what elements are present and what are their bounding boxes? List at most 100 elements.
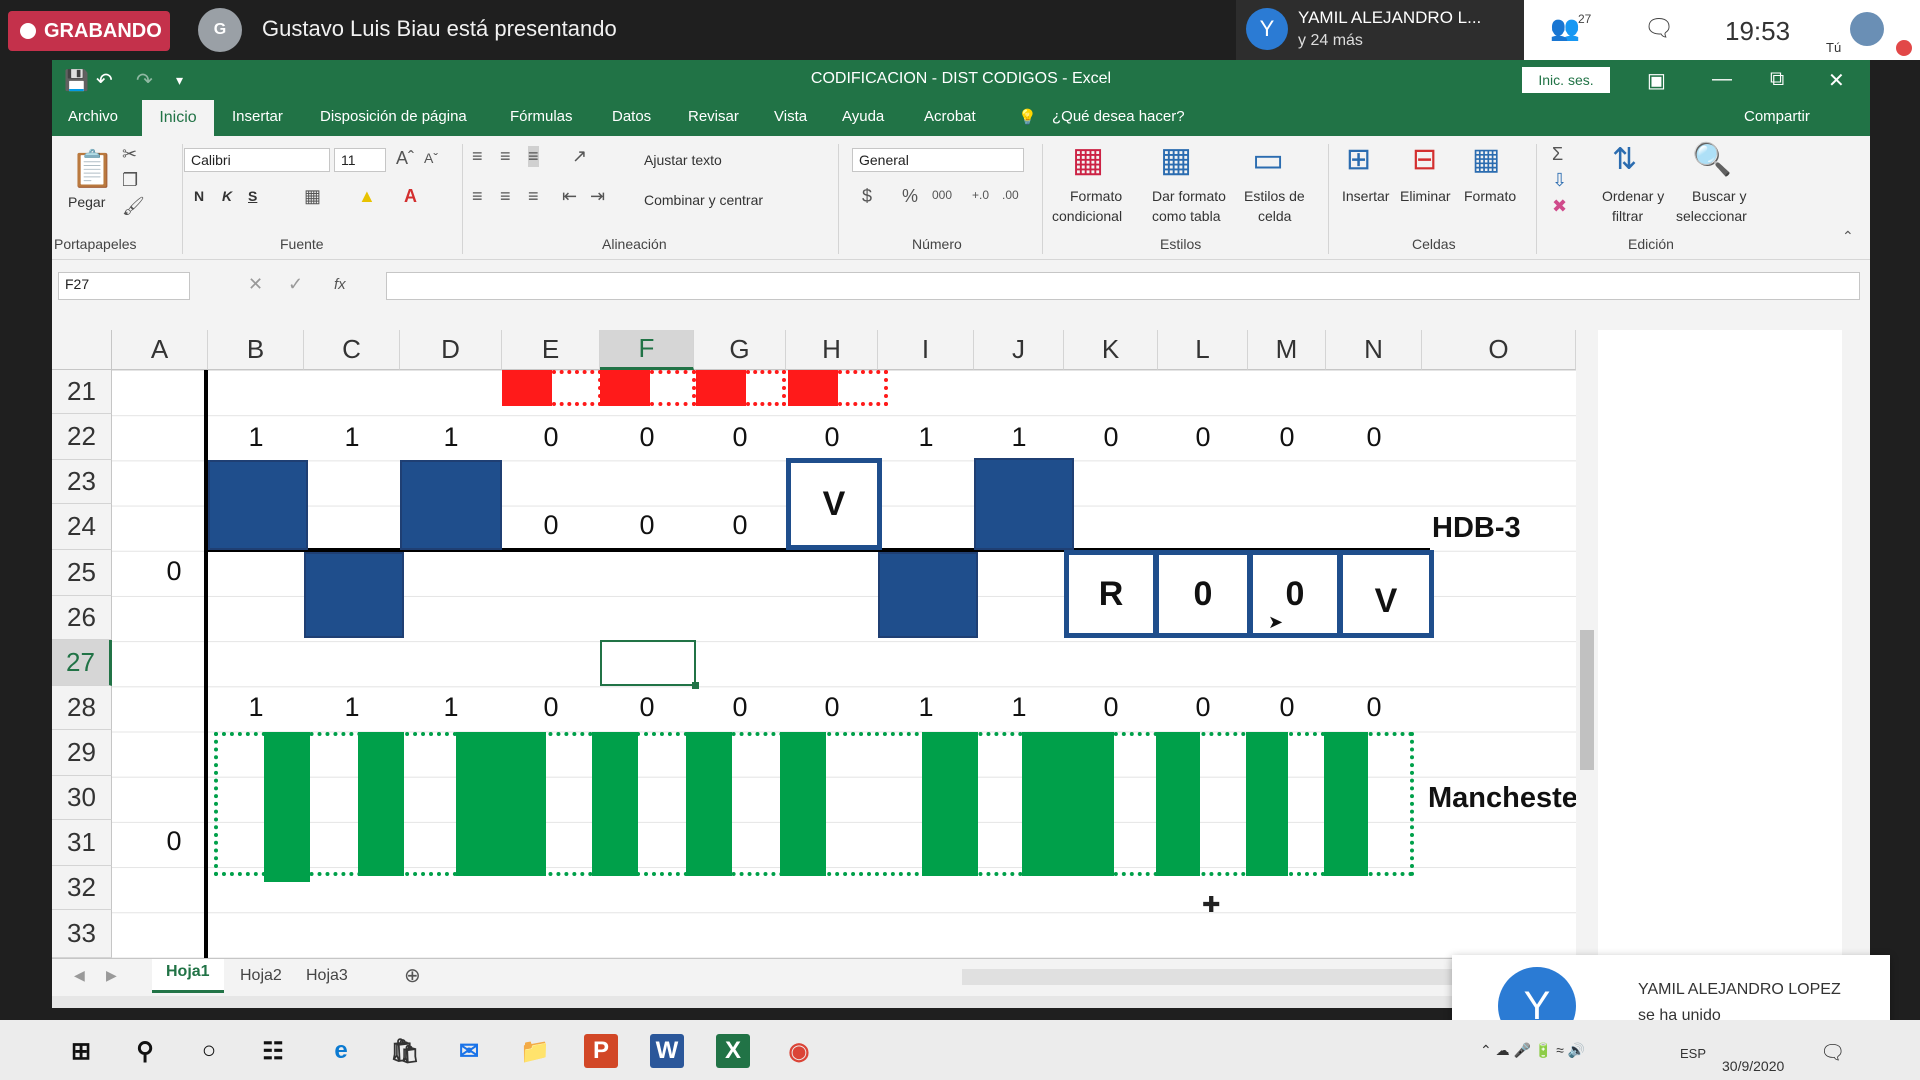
align-right-icon[interactable]: ≡ — [528, 186, 539, 207]
autosum-icon[interactable]: Σ — [1552, 144, 1563, 165]
format-painter-icon[interactable]: 🖌 — [122, 196, 145, 217]
bit-h28[interactable]: 0 — [802, 692, 862, 723]
cell-styles-icon[interactable]: ▭ — [1252, 140, 1284, 180]
row-header-26[interactable]: 26 — [52, 596, 112, 640]
row-header-24[interactable]: 24 — [52, 504, 112, 550]
selected-cell-f27[interactable] — [600, 640, 696, 686]
row-header-28[interactable]: 28 — [52, 686, 112, 730]
bit-m28[interactable]: 0 — [1257, 692, 1317, 723]
mail-icon[interactable]: ✉ — [452, 1034, 486, 1068]
column-header-k[interactable]: K — [1064, 330, 1158, 370]
borders-icon[interactable]: ▦ — [304, 186, 321, 207]
conditional-format-icon[interactable]: ▦ — [1072, 140, 1104, 180]
column-header-n[interactable]: N — [1326, 330, 1422, 370]
column-header-i[interactable]: I — [878, 330, 974, 370]
worksheet-grid[interactable]: A B C D E F G H I J K L M N O 21 22 23 2… — [52, 330, 1842, 958]
zero-e24[interactable]: 0 — [521, 510, 581, 541]
paste-icon[interactable]: 📋 — [70, 148, 115, 190]
tell-me-search[interactable]: ¿Qué desea hacer? — [1052, 108, 1185, 125]
select-all-corner[interactable] — [52, 330, 112, 370]
fill-handle[interactable] — [692, 682, 699, 689]
bit-b28[interactable]: 1 — [226, 692, 286, 723]
powerpoint-icon[interactable]: P — [584, 1034, 618, 1068]
decrease-decimal-icon[interactable]: .00 — [1002, 188, 1019, 202]
input-language[interactable]: ESP — [1680, 1046, 1706, 1061]
wrap-text-button[interactable]: Ajustar texto — [644, 152, 722, 168]
row-header-32[interactable]: 32 — [52, 866, 112, 910]
zero-f24[interactable]: 0 — [617, 510, 677, 541]
bit-f22[interactable]: 0 — [617, 422, 677, 453]
font-name-select[interactable]: Calibri — [184, 148, 330, 172]
format-cells-icon[interactable]: ▦ — [1472, 142, 1500, 177]
currency-icon[interactable]: $ — [862, 186, 872, 207]
format-as-table-icon[interactable]: ▦ — [1160, 140, 1192, 180]
tab-acrobat[interactable]: Acrobat — [924, 108, 976, 125]
bit-d28[interactable]: 1 — [421, 692, 481, 723]
column-header-j[interactable]: J — [974, 330, 1064, 370]
action-center-icon[interactable]: 🗨 — [1820, 1040, 1845, 1065]
fill-icon[interactable]: ⇩ — [1552, 170, 1567, 191]
chat-icon[interactable]: 🗨 — [1644, 14, 1674, 43]
bit-d22[interactable]: 1 — [421, 422, 481, 453]
row-header-33[interactable]: 33 — [52, 910, 112, 958]
sort-filter-icon[interactable]: ⇅ — [1612, 142, 1637, 177]
bit-n22[interactable]: 0 — [1344, 422, 1404, 453]
format-cells-button[interactable]: Formato — [1464, 188, 1516, 204]
row-header-27[interactable]: 27 — [52, 640, 112, 686]
tab-ayuda[interactable]: Ayuda — [842, 108, 884, 125]
bit-c22[interactable]: 1 — [322, 422, 382, 453]
row-header-21[interactable]: 21 — [52, 370, 112, 414]
bit-l28[interactable]: 0 — [1173, 692, 1233, 723]
sort-filter-button[interactable]: Ordenar y — [1602, 188, 1664, 204]
start-icon[interactable]: ⊞ — [64, 1034, 98, 1068]
tab-revisar[interactable]: Revisar — [688, 108, 739, 125]
tab-insertar[interactable]: Insertar — [232, 108, 283, 125]
clear-icon[interactable]: ✖ — [1552, 196, 1567, 217]
bit-j22[interactable]: 1 — [989, 422, 1049, 453]
bit-i28[interactable]: 1 — [896, 692, 956, 723]
name-box[interactable]: F27 — [58, 272, 190, 300]
add-sheet-icon[interactable]: ⊕ — [404, 963, 421, 988]
paste-label[interactable]: Pegar — [68, 194, 105, 210]
row-header-23[interactable]: 23 — [52, 460, 112, 504]
column-header-c[interactable]: C — [304, 330, 400, 370]
underline-button[interactable]: S — [248, 188, 257, 204]
cell-styles-button[interactable]: Estilos de — [1244, 188, 1305, 204]
zero-box-m[interactable]: 0 — [1248, 550, 1342, 638]
align-bottom-icon[interactable]: ≡ — [528, 146, 539, 167]
horizontal-scrollbar[interactable] — [962, 969, 1462, 985]
column-header-l[interactable]: L — [1158, 330, 1248, 370]
bit-m22[interactable]: 0 — [1257, 422, 1317, 453]
cancel-formula-icon[interactable]: ✕ — [248, 274, 263, 295]
search-icon[interactable]: ⚲ — [128, 1034, 162, 1068]
edge-icon[interactable]: e — [324, 1034, 358, 1068]
shrink-font-icon[interactable]: Aˇ — [424, 150, 438, 166]
prev-sheet-icon[interactable]: ◀ — [74, 967, 85, 984]
column-header-g[interactable]: G — [694, 330, 786, 370]
column-header-e[interactable]: E — [502, 330, 600, 370]
column-header-f[interactable]: F — [600, 330, 694, 370]
bit-j28[interactable]: 1 — [989, 692, 1049, 723]
insert-cells-icon[interactable]: ⊞ — [1346, 142, 1371, 177]
column-header-a[interactable]: A — [112, 330, 208, 370]
tab-archivo[interactable]: Archivo — [68, 108, 118, 125]
my-avatar[interactable] — [1850, 12, 1884, 46]
next-sheet-icon[interactable]: ▶ — [106, 967, 117, 984]
store-icon[interactable]: 🛍 — [388, 1034, 422, 1068]
excel-icon[interactable]: X — [716, 1034, 750, 1068]
bit-i22[interactable]: 1 — [896, 422, 956, 453]
bit-e28[interactable]: 0 — [521, 692, 581, 723]
bit-k22[interactable]: 0 — [1081, 422, 1141, 453]
bit-g28[interactable]: 0 — [710, 692, 770, 723]
row-header-25[interactable]: 25 — [52, 550, 112, 596]
italic-button[interactable]: K — [222, 188, 232, 204]
file-explorer-icon[interactable]: 📁 — [518, 1034, 552, 1068]
thousands-icon[interactable]: 000 — [932, 188, 952, 202]
vertical-scroll-thumb[interactable] — [1580, 630, 1594, 770]
merge-center-button[interactable]: Combinar y centrar — [644, 192, 763, 208]
align-left-icon[interactable]: ≡ — [472, 186, 483, 207]
tab-vista[interactable]: Vista — [774, 108, 807, 125]
hdb3-label[interactable]: HDB-3 — [1432, 512, 1521, 545]
orientation-icon[interactable]: ↗ — [572, 146, 587, 167]
sheet-tab-hoja2[interactable]: Hoja2 — [226, 963, 296, 991]
